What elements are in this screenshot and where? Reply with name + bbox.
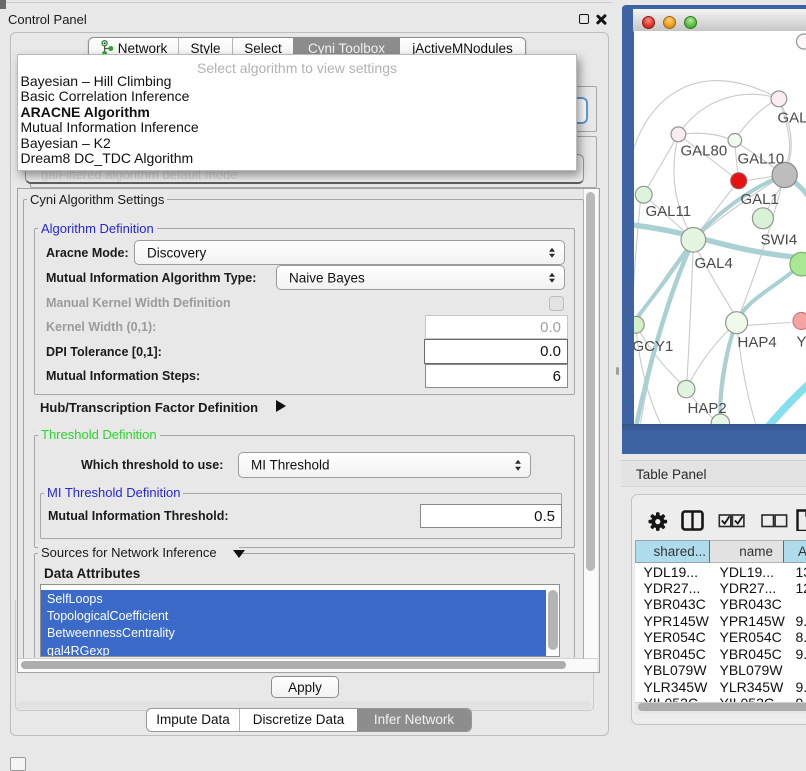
svg-text:GAL1: GAL1 [740, 191, 778, 208]
svg-text:HAP2: HAP2 [687, 400, 726, 417]
svg-text:GAL10: GAL10 [737, 150, 784, 167]
svg-text:HAP4: HAP4 [737, 334, 776, 351]
svg-text:GAL11: GAL11 [645, 203, 691, 220]
svg-text:YJ: YJ [796, 333, 806, 350]
svg-text:GAL2: GAL2 [777, 109, 806, 126]
svg-text:GCY1: GCY1 [634, 338, 673, 355]
svg-text:SWI4: SWI4 [760, 231, 797, 248]
svg-text:GAL80: GAL80 [680, 142, 727, 159]
svg-text:GAL4: GAL4 [694, 255, 732, 272]
